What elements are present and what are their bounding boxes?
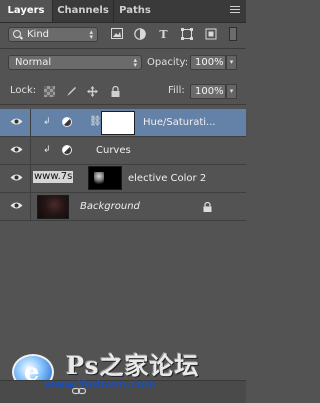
- layer-name[interactable]: Curves: [96, 137, 131, 165]
- blend-mode-select[interactable]: Normal ▴ ▾: [8, 55, 142, 70]
- lock-icon: [203, 201, 212, 215]
- layer-row-background[interactable]: Background: [0, 193, 246, 221]
- adjustment-layer-icon: [62, 117, 72, 127]
- layer-name[interactable]: elective Color 2: [128, 165, 206, 193]
- layers-panel: Layers Channels Paths Kind ▴ ▾ T Normal ▴…: [0, 0, 246, 403]
- layer-mask-thumbnail[interactable]: [88, 166, 122, 190]
- lock-image-pixels-icon[interactable]: [66, 86, 77, 97]
- layer-row-selective-color[interactable]: www.7s elective Color 2: [0, 165, 246, 193]
- updown-arrow-icon: ▴ ▾: [89, 28, 93, 41]
- layer-name[interactable]: Hue/Saturati...: [143, 109, 216, 137]
- opacity-label: Opacity:: [147, 57, 189, 68]
- lock-transparent-pixels-icon[interactable]: [44, 86, 55, 97]
- filter-toggle-switch[interactable]: [229, 27, 237, 41]
- opacity-input[interactable]: 100%: [190, 55, 226, 70]
- layer-mask-thumbnail[interactable]: [101, 111, 135, 135]
- eye-icon[interactable]: [10, 173, 23, 182]
- tab-paths[interactable]: Paths: [114, 0, 156, 22]
- layer-thumbnail[interactable]: [37, 195, 69, 219]
- layer-name[interactable]: Background: [80, 193, 140, 221]
- eye-icon[interactable]: [10, 201, 23, 210]
- eye-icon[interactable]: [10, 117, 23, 126]
- watermark-site-url: www.Yedown.com: [44, 378, 156, 391]
- lock-all-icon[interactable]: [110, 85, 121, 97]
- opacity-dropdown-icon[interactable]: ▾: [226, 55, 237, 70]
- tab-layers[interactable]: Layers: [0, 0, 53, 22]
- tab-channels[interactable]: Channels: [53, 0, 114, 22]
- panel-tab-bar: Layers Channels Paths: [0, 0, 246, 23]
- layer-row-curves[interactable]: ↲ Curves: [0, 137, 246, 165]
- panel-menu-icon[interactable]: [230, 6, 240, 15]
- adjustment-filter-icon[interactable]: [133, 28, 146, 41]
- link-icon[interactable]: ⛓: [89, 116, 102, 128]
- smart-object-filter-icon[interactable]: [204, 28, 217, 41]
- search-icon: [13, 30, 21, 38]
- watermark-logo-text: Ps之家论坛: [66, 351, 200, 380]
- clip-arrow-icon: ↲: [43, 145, 51, 155]
- eye-icon[interactable]: [10, 145, 23, 154]
- divider: [0, 104, 246, 105]
- clip-arrow-icon: ↲: [43, 117, 51, 127]
- divider: [0, 48, 246, 49]
- filter-kind-select[interactable]: Kind ▴ ▾: [8, 27, 98, 42]
- type-filter-icon[interactable]: T: [157, 28, 170, 41]
- fill-input[interactable]: 100%: [190, 84, 226, 99]
- adjustment-layer-icon: [62, 145, 72, 155]
- updown-arrow-icon: ▴ ▾: [133, 56, 137, 69]
- lock-position-icon[interactable]: [87, 86, 98, 97]
- blend-mode-value: Normal: [15, 57, 52, 68]
- fill-label: Fill:: [168, 85, 185, 96]
- watermark-url-overlay: www.7s: [33, 171, 74, 183]
- shape-filter-icon[interactable]: [180, 28, 193, 41]
- filter-kind-label: Kind: [27, 29, 50, 40]
- layer-row-hue-saturation[interactable]: ↲ ⛓ Hue/Saturati...: [0, 109, 246, 137]
- fill-dropdown-icon[interactable]: ▾: [226, 84, 237, 99]
- lock-label: Lock:: [10, 85, 37, 96]
- image-filter-icon[interactable]: [110, 28, 123, 41]
